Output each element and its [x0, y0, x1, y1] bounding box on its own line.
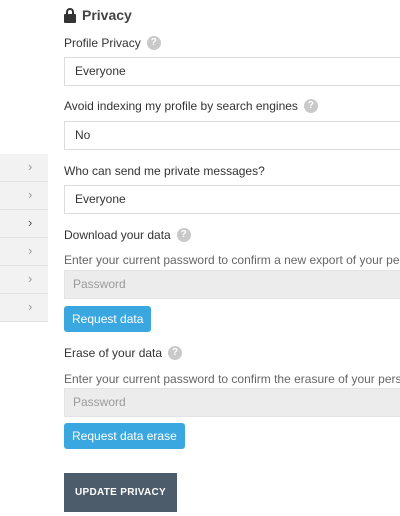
side-menu-item[interactable]: ›: [0, 154, 48, 182]
help-icon[interactable]: ?: [168, 346, 183, 360]
lock-icon: [64, 7, 76, 23]
avoid-indexing-select[interactable]: No: [64, 121, 400, 150]
chevron-right-icon: ›: [28, 271, 33, 286]
avoid-indexing-label: Avoid indexing my profile by search engi…: [64, 99, 318, 113]
avoid-indexing-label-text: Avoid indexing my profile by search engi…: [64, 99, 298, 113]
download-data-hint: Enter your current password to confirm a…: [64, 253, 400, 267]
side-menu-item[interactable]: ›: [0, 238, 48, 266]
profile-privacy-label: Profile Privacy ?: [64, 36, 161, 50]
update-privacy-button[interactable]: UPDATE PRIVACY: [64, 473, 177, 512]
profile-privacy-select[interactable]: Everyone: [64, 57, 400, 86]
side-menu-item[interactable]: ›: [0, 210, 48, 238]
download-data-label: Download your data ?: [64, 228, 191, 242]
chevron-right-icon: ›: [28, 215, 33, 230]
chevron-right-icon: ›: [28, 159, 33, 174]
private-messages-select[interactable]: Everyone: [64, 185, 400, 214]
help-icon[interactable]: ?: [303, 99, 318, 113]
chevron-right-icon: ›: [28, 187, 33, 202]
privacy-page: › › › › › › Privacy Profile Privacy ? Ev…: [0, 0, 400, 516]
side-menu-item[interactable]: ›: [0, 182, 48, 210]
chevron-right-icon: ›: [28, 243, 33, 258]
help-icon[interactable]: ?: [146, 36, 161, 50]
erase-password-input[interactable]: Password: [64, 388, 400, 417]
side-menu-item[interactable]: ›: [0, 294, 48, 322]
section-title: Privacy: [82, 7, 132, 23]
request-data-erase-button[interactable]: Request data erase: [64, 423, 185, 449]
request-data-button[interactable]: Request data: [64, 306, 152, 332]
erase-data-label: Erase of your data ?: [64, 346, 183, 360]
chevron-right-icon: ›: [28, 299, 33, 314]
erase-data-label-text: Erase of your data: [64, 346, 163, 360]
section-header: Privacy: [64, 6, 132, 24]
download-password-input[interactable]: Password: [64, 270, 400, 299]
help-icon[interactable]: ?: [176, 228, 191, 242]
download-data-label-text: Download your data: [64, 228, 171, 242]
erase-data-hint: Enter your current password to confirm t…: [64, 372, 400, 386]
profile-privacy-label-text: Profile Privacy: [64, 36, 141, 50]
private-messages-label: Who can send me private messages?: [64, 164, 265, 178]
side-menu: › › › › › ›: [0, 154, 48, 322]
private-messages-label-text: Who can send me private messages?: [64, 164, 265, 178]
side-menu-item[interactable]: ›: [0, 266, 48, 294]
